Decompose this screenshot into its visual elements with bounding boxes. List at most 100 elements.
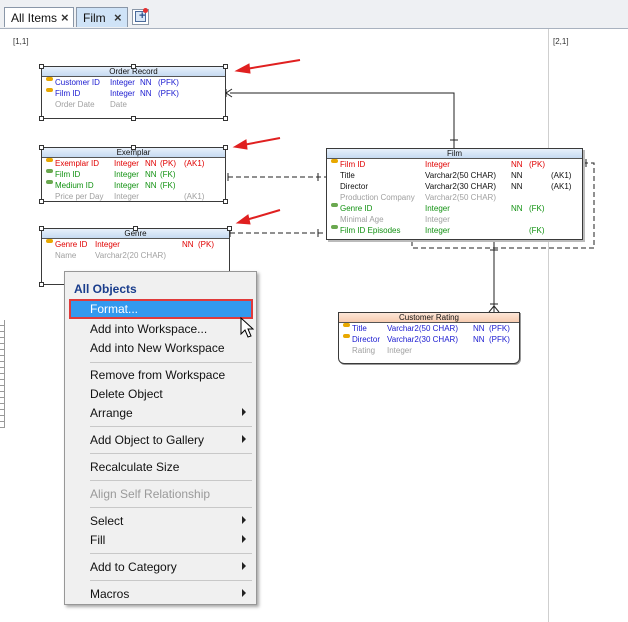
column-type: Integer	[110, 78, 135, 87]
menu-item-add-to-category[interactable]: Add to Category	[69, 557, 253, 577]
annotation-arrow-3	[235, 209, 281, 225]
column-key: (FK)	[529, 226, 545, 235]
column-type: Integer	[114, 170, 139, 179]
selection-handle[interactable]	[223, 116, 228, 121]
submenu-arrow-icon	[242, 516, 246, 524]
menu-item-label: Format...	[90, 302, 139, 316]
menu-item-label: Add to Category	[90, 560, 177, 574]
column-type: Integer	[387, 346, 412, 355]
context-menu-title: All Objects	[74, 282, 137, 296]
selection-handle[interactable]	[223, 199, 228, 204]
menu-item-recalculate-size[interactable]: Recalculate Size	[69, 457, 253, 477]
selection-handle[interactable]	[39, 282, 44, 287]
selection-handle[interactable]	[39, 145, 44, 150]
selection-handle[interactable]	[223, 145, 228, 150]
column-name: Genre ID	[340, 204, 373, 213]
pk-key-icon	[329, 159, 338, 165]
column-key: (PK)	[160, 159, 176, 168]
menu-item-format[interactable]: Format...	[69, 299, 253, 319]
menu-separator	[90, 507, 252, 508]
column-key: (PK)	[529, 160, 545, 169]
selection-handle[interactable]	[39, 64, 44, 69]
column-key: (PFK)	[489, 324, 510, 333]
selection-handle[interactable]	[223, 64, 228, 69]
entity-exemplar[interactable]: Exemplar Exemplar ID Integer NN (PK) (AK…	[41, 147, 226, 202]
column-name: Film ID	[55, 89, 81, 98]
menu-item-macros[interactable]: Macros	[69, 584, 253, 604]
column-extra: (AK1)	[551, 171, 572, 180]
menu-separator	[90, 453, 252, 454]
column-nn: NN	[145, 170, 157, 179]
column-name: Medium ID	[55, 181, 94, 190]
column-name: Film ID	[55, 170, 81, 179]
context-menu: All Objects Format... Add into Workspace…	[64, 271, 257, 605]
selection-handle[interactable]	[39, 226, 44, 231]
column-name: Film ID Episodes	[340, 226, 401, 235]
column-type: Date	[110, 100, 127, 109]
menu-separator	[90, 553, 252, 554]
column-name: Production Company	[340, 193, 415, 202]
column-type: Varchar2(50 CHAR)	[425, 171, 496, 180]
selection-handle[interactable]	[227, 226, 232, 231]
menu-item-label: Delete Object	[90, 387, 163, 401]
column-type: Varchar2(50 CHAR)	[387, 324, 458, 333]
selection-handle[interactable]	[131, 145, 136, 150]
menu-item-delete-object[interactable]: Delete Object	[69, 384, 253, 404]
column-type: Varchar2(30 CHAR)	[387, 335, 458, 344]
entity-customer-rating[interactable]: Customer Rating Title Varchar2(50 CHAR) …	[338, 312, 520, 364]
menu-separator	[90, 362, 252, 363]
submenu-arrow-icon	[242, 535, 246, 543]
mouse-cursor-icon	[240, 317, 254, 338]
menu-item-add-into-workspace[interactable]: Add into Workspace...	[69, 319, 253, 339]
pfk-key-icon	[341, 334, 350, 340]
selection-handle[interactable]	[131, 64, 136, 69]
entity-title: Film	[327, 149, 582, 159]
menu-item-label: Add Object to Gallery	[90, 433, 205, 447]
column-type: Varchar2(20 CHAR)	[95, 251, 166, 260]
column-key: (PFK)	[158, 78, 179, 87]
selection-handle[interactable]	[39, 199, 44, 204]
column-name: Name	[55, 251, 77, 260]
pk-key-icon	[44, 239, 53, 245]
menu-item-label: Add into Workspace...	[90, 322, 208, 336]
annotation-arrow-2	[232, 137, 281, 150]
menu-item-select[interactable]: Select	[69, 511, 253, 531]
menu-item-label: Add into New Workspace	[90, 341, 225, 355]
column-extra: (AK1)	[184, 159, 205, 168]
column-nn: NN	[182, 240, 194, 249]
column-nn: NN	[140, 89, 152, 98]
submenu-arrow-icon	[242, 408, 246, 416]
menu-item-remove-from-workspace[interactable]: Remove from Workspace	[69, 365, 253, 385]
entity-title: Customer Rating	[339, 313, 519, 323]
menu-item-align-self-relationship: Align Self Relationship	[69, 484, 253, 504]
rel-order-film-crow	[225, 88, 233, 94]
selection-handle[interactable]	[131, 116, 136, 121]
pfk-key-icon	[341, 323, 350, 329]
column-nn: NN	[511, 204, 523, 213]
menu-item-fill[interactable]: Fill	[69, 530, 253, 550]
column-type: Varchar2(50 CHAR)	[425, 193, 496, 202]
column-extra: (AK1)	[551, 182, 572, 191]
column-key: (PFK)	[489, 335, 510, 344]
menu-item-add-into-new-workspace[interactable]: Add into New Workspace	[69, 338, 253, 358]
column-name: Price per Day	[55, 192, 104, 201]
menu-item-label: Fill	[90, 533, 106, 547]
column-key: (FK)	[529, 204, 545, 213]
column-name: Minimal Age	[340, 215, 384, 224]
menu-item-add-object-to-gallery[interactable]: Add Object to Gallery	[69, 430, 253, 450]
entity-order-record[interactable]: Order Record Customer ID Integer NN (PFK…	[41, 66, 226, 119]
pfk-key-icon	[44, 77, 53, 83]
menu-separator	[90, 480, 252, 481]
menu-item-arrange[interactable]: Arrange	[69, 403, 253, 423]
column-name: Film ID	[340, 160, 366, 169]
column-type: Integer	[425, 204, 450, 213]
fk-key-icon	[329, 203, 338, 209]
entity-film[interactable]: Film Film ID Integer NN (PK) Title Varch…	[326, 148, 583, 240]
selection-handle[interactable]	[133, 226, 138, 231]
menu-item-label: Macros	[90, 587, 130, 601]
selection-handle[interactable]	[39, 116, 44, 121]
column-extra: (AK1)	[184, 192, 205, 201]
rel-order-film	[230, 92, 455, 148]
column-key: (PFK)	[158, 89, 179, 98]
column-name: Exemplar ID	[55, 159, 100, 168]
